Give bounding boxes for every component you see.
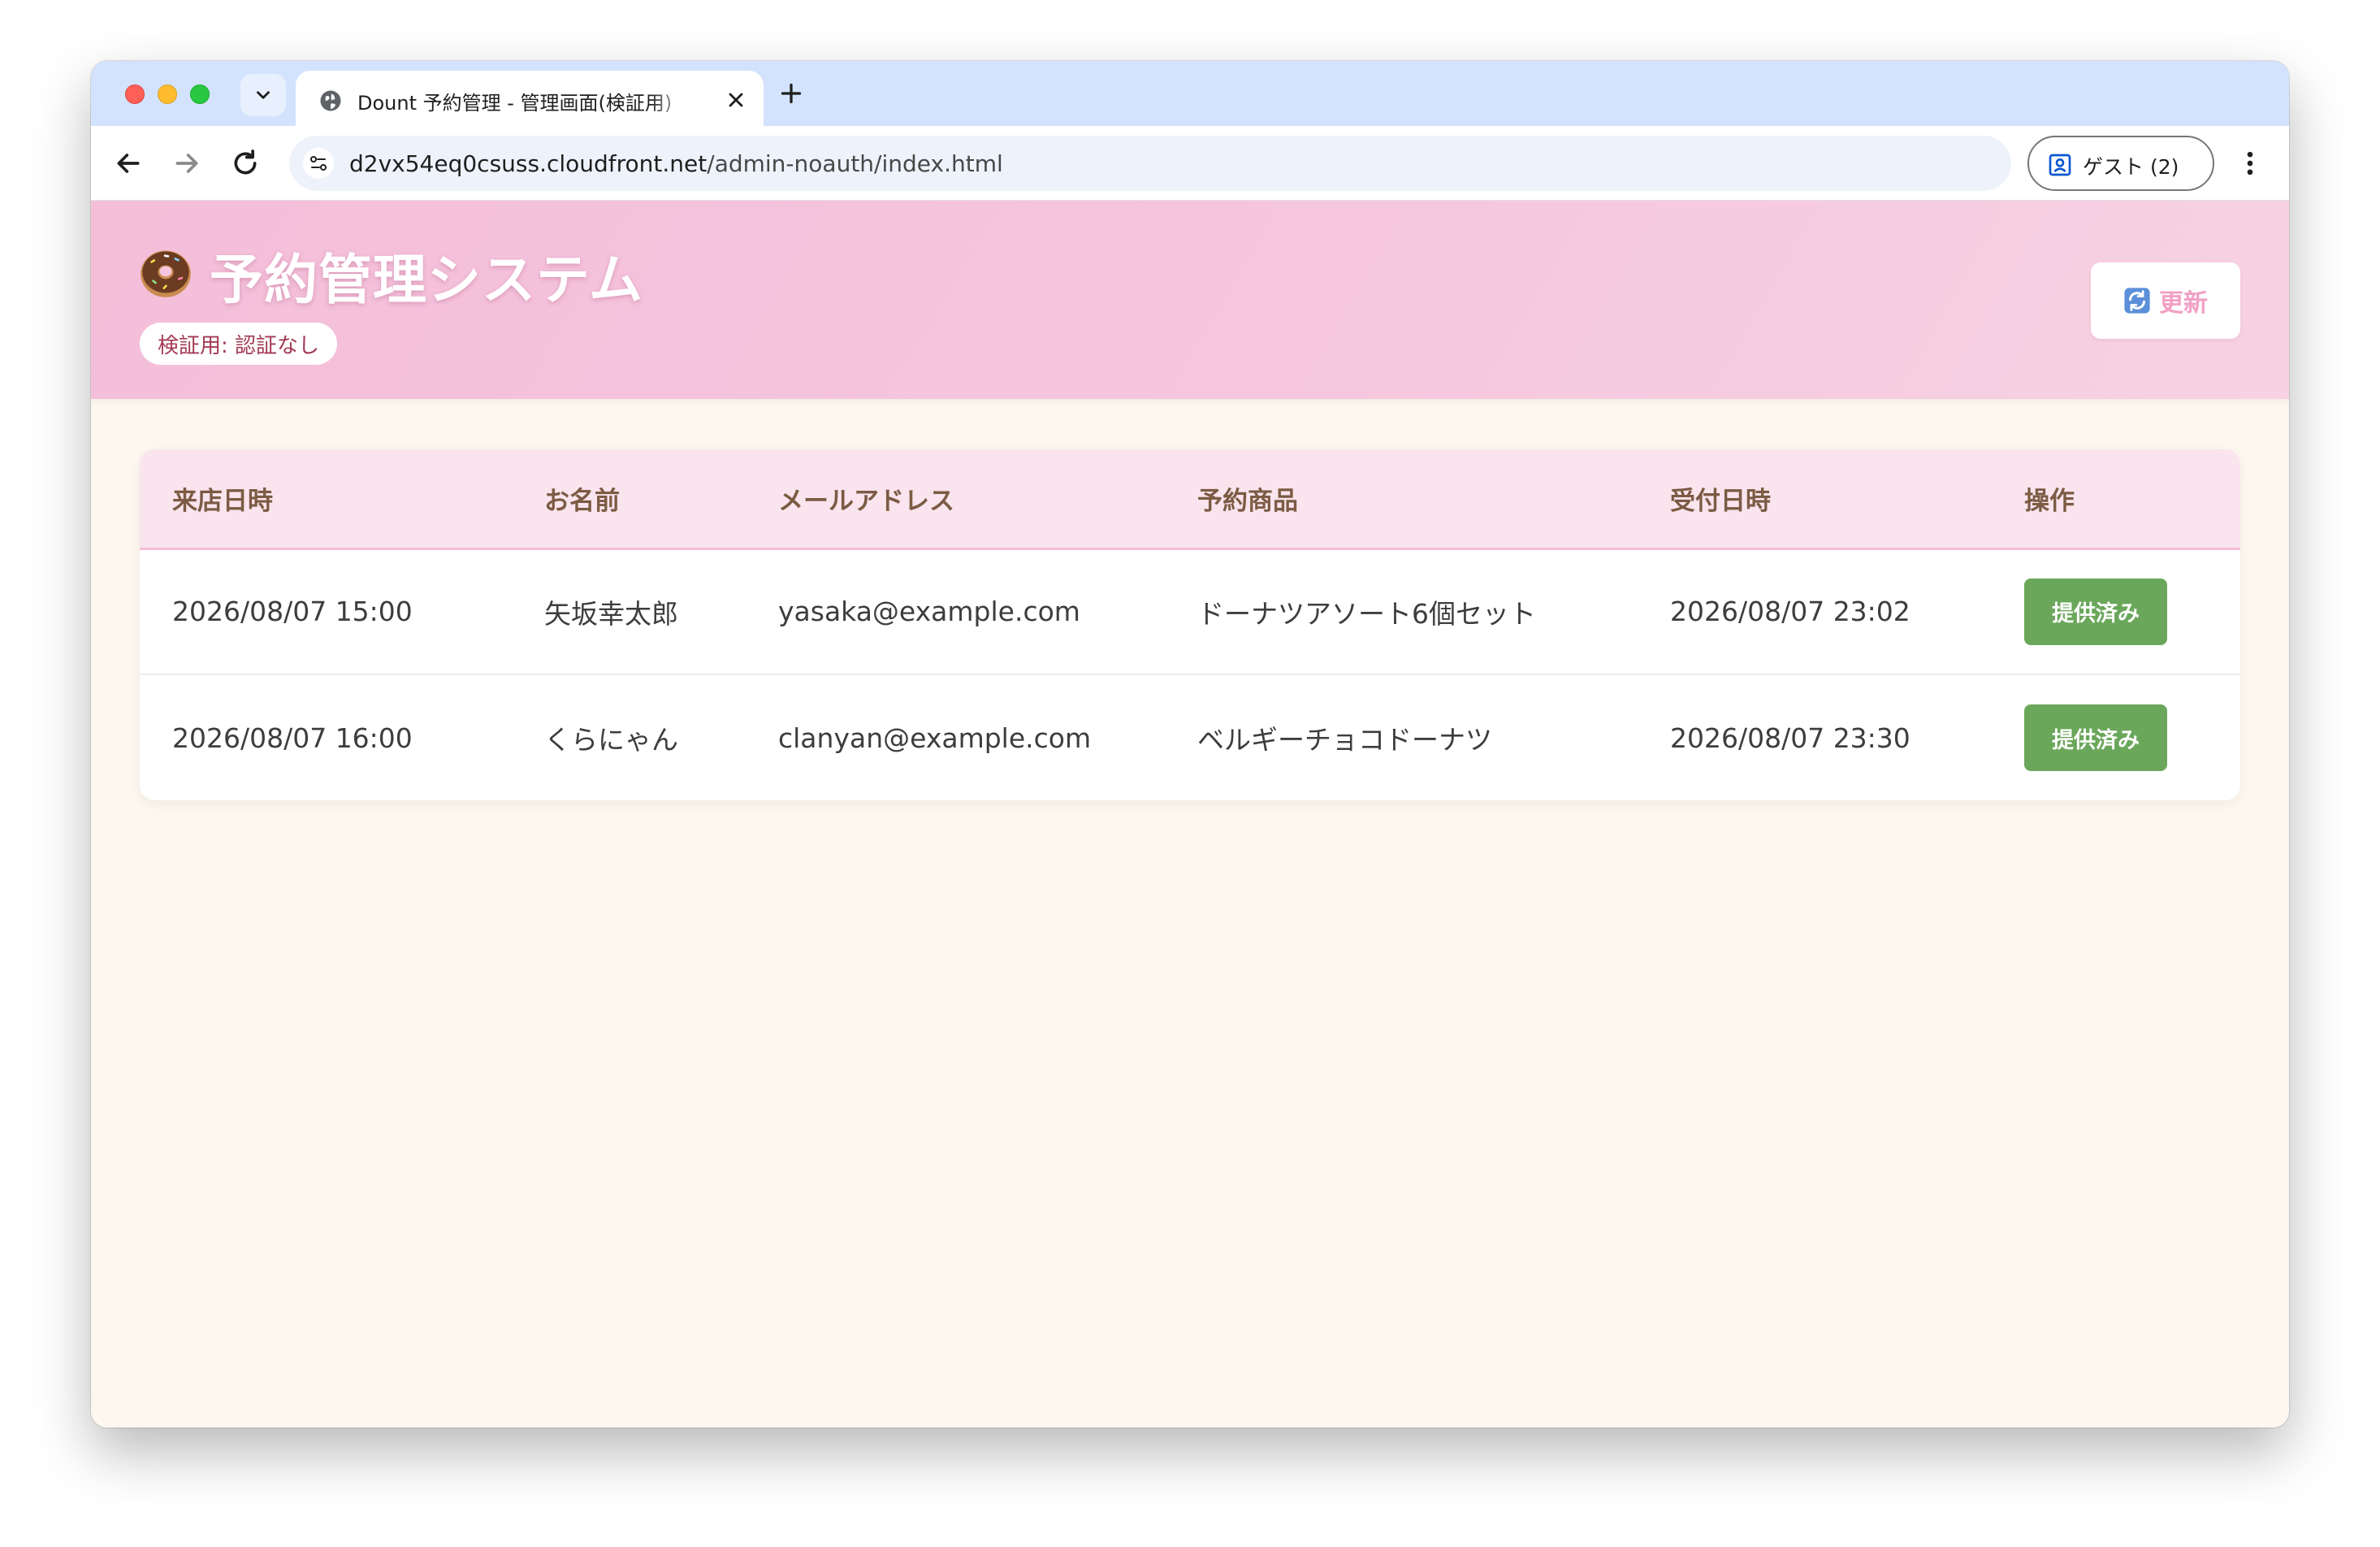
refresh-label: 更新 [2159,289,2208,318]
cell-received: 2026/08/07 23:30 [1670,722,1910,754]
profile-button[interactable]: ゲスト (2) [2027,136,2214,191]
tab-strip: Dount 予約管理 - 管理画面(検証用) [91,61,2289,126]
column-header-received: 受付日時 [1670,486,1771,516]
cell-item: ベルギーチョコドーナツ [1197,724,1492,756]
forward-arrow-icon[interactable] [171,147,203,180]
table-row: 2026/08/07 16:00 くらにゃん clanyan@example.c… [140,674,2240,800]
maximize-window-button[interactable] [190,84,210,104]
served-button[interactable]: 提供済み [2024,704,2167,771]
cell-action: 提供済み [1992,548,2240,674]
url-path: /admin-noauth/index.html [707,150,1003,177]
table-header-row: 来店日時 お名前 メールアドレス 予約商品 受付日時 操作 [140,449,2240,548]
browser-window: Dount 予約管理 - 管理画面(検証用) d2vx54eq0csuss.cl… [91,61,2289,1428]
column-header-action: 操作 [2024,486,2075,516]
column-header-name: お名前 [544,486,620,516]
served-button[interactable]: 提供済み [2024,578,2167,645]
cell-email: clanyan@example.com [778,722,1092,754]
page-title: 予約管理システム [210,249,644,311]
more-vert-icon[interactable] [2234,145,2266,181]
address-bar[interactable]: d2vx54eq0csuss.cloudfront.net/admin-noau… [289,136,2011,191]
refresh-button[interactable]: 更新 [2091,262,2240,339]
donut-icon [141,250,191,297]
tab-search-button[interactable] [240,74,286,116]
reservations-table: 来店日時 お名前 メールアドレス 予約商品 受付日時 操作 2026/08/07… [140,449,2240,800]
close-window-button[interactable] [125,84,145,104]
url-text: d2vx54eq0csuss.cloudfront.net/admin-noau… [349,150,1003,177]
site-info-icon[interactable] [302,147,335,180]
table-row: 2026/08/07 15:00 矢坂幸太郎 yasaka@example.co… [140,548,2240,674]
column-header-item: 予約商品 [1197,486,1298,516]
column-header-visit: 来店日時 [172,486,273,516]
cell-visit: 2026/08/07 15:00 [172,596,413,628]
minimize-window-button[interactable] [158,84,177,104]
tab-title: Dount 予約管理 - 管理画面(検証用) [357,92,673,115]
url-host: d2vx54eq0csuss.cloudfront.net [349,150,708,177]
mode-badge: 検証用: 認証なし [140,323,338,365]
globe-icon [320,90,341,111]
column-header-email: メールアドレス [778,486,954,516]
reload-icon[interactable] [229,147,262,180]
tab-active[interactable]: Dount 予約管理 - 管理画面(検証用) [296,71,764,126]
profile-label: ゲスト (2) [2083,155,2179,179]
cell-name: くらにゃん [544,724,678,756]
browser-toolbar: d2vx54eq0csuss.cloudfront.net/admin-noau… [91,126,2289,201]
reservations-card: 来店日時 お名前 メールアドレス 予約商品 受付日時 操作 2026/08/07… [140,449,2240,800]
back-arrow-icon[interactable] [112,147,145,180]
cell-email: yasaka@example.com [778,596,1080,628]
refresh-icon [2124,288,2150,314]
profile-icon [2049,154,2071,176]
plus-icon[interactable] [777,79,806,108]
cell-item: ドーナツアソート6個セット [1197,597,1536,630]
cell-name: 矢坂幸太郎 [544,597,678,630]
cell-visit: 2026/08/07 16:00 [172,722,413,754]
cell-received: 2026/08/07 23:02 [1670,596,1910,628]
chevron-down-icon [257,91,270,99]
page-content: 予約管理システム 検証用: 認証なし 更新 来店日時 お名前 メールアドレス 予… [91,201,2289,1428]
cell-action: 提供済み [1992,674,2240,800]
app-header: 予約管理システム 検証用: 認証なし 更新 [91,201,2289,399]
close-icon[interactable] [725,89,747,111]
